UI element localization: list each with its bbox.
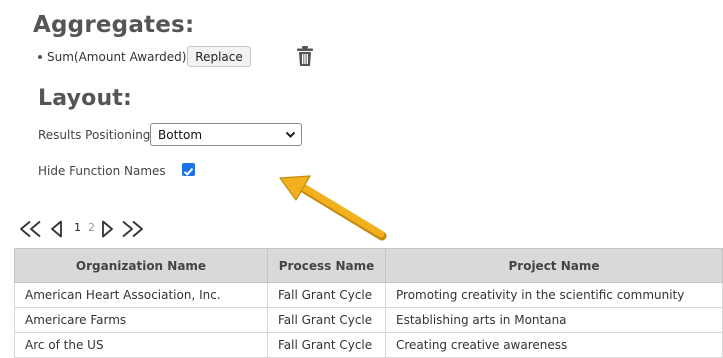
page-number-current: 1: [74, 221, 81, 234]
table-row[interactable]: American Heart Association, Inc. Fall Gr…: [14, 282, 723, 308]
table-cell: Fall Grant Cycle: [267, 332, 386, 358]
table-row[interactable]: Arc of the US Fall Grant Cycle Creating …: [14, 332, 723, 358]
column-header-organization-name[interactable]: Organization Name: [14, 248, 268, 283]
hide-function-names-label: Hide Function Names: [38, 164, 166, 178]
page-number-link[interactable]: 2: [88, 221, 95, 234]
checkmark-icon: [183, 167, 194, 176]
table-cell: Fall Grant Cycle: [267, 307, 386, 333]
prev-page-icon[interactable]: [50, 220, 64, 238]
hide-function-names-checkbox[interactable]: [182, 163, 195, 176]
replace-button[interactable]: Replace: [187, 46, 251, 67]
next-page-icon[interactable]: [100, 220, 114, 238]
chevron-down-icon: [285, 131, 296, 138]
annotation-arrow-icon: [279, 175, 387, 241]
table-row[interactable]: Americare Farms Fall Grant Cycle Establi…: [14, 307, 723, 333]
table-cell: Arc of the US: [14, 332, 268, 358]
column-header-project-name[interactable]: Project Name: [385, 248, 723, 283]
table-cell: American Heart Association, Inc.: [14, 282, 268, 308]
results-positioning-value: Bottom: [158, 128, 203, 142]
table-cell: Fall Grant Cycle: [267, 282, 386, 308]
table-cell: Establishing arts in Montana: [385, 307, 723, 333]
results-positioning-select[interactable]: Bottom: [150, 123, 302, 146]
aggregate-item-label: Sum(Amount Awarded): [47, 50, 187, 64]
table-cell: Creating creative awareness: [385, 332, 723, 358]
aggregate-item: Sum(Amount Awarded): [38, 46, 186, 68]
table-header-row: Organization Name Process Name Project N…: [14, 248, 723, 283]
first-page-icon[interactable]: [18, 220, 44, 238]
results-positioning-label: Results Positioning: [38, 128, 151, 142]
column-header-process-name[interactable]: Process Name: [267, 248, 386, 283]
layout-heading: Layout:: [38, 86, 133, 111]
pagination: 1 2: [18, 218, 158, 240]
bullet-icon: [38, 55, 42, 59]
trash-icon[interactable]: [296, 45, 314, 67]
table-cell: Promoting creativity in the scientific c…: [385, 282, 723, 308]
table-cell: Americare Farms: [14, 307, 268, 333]
aggregates-heading: Aggregates:: [33, 12, 195, 38]
last-page-icon[interactable]: [119, 220, 145, 238]
results-table: Organization Name Process Name Project N…: [14, 248, 723, 358]
